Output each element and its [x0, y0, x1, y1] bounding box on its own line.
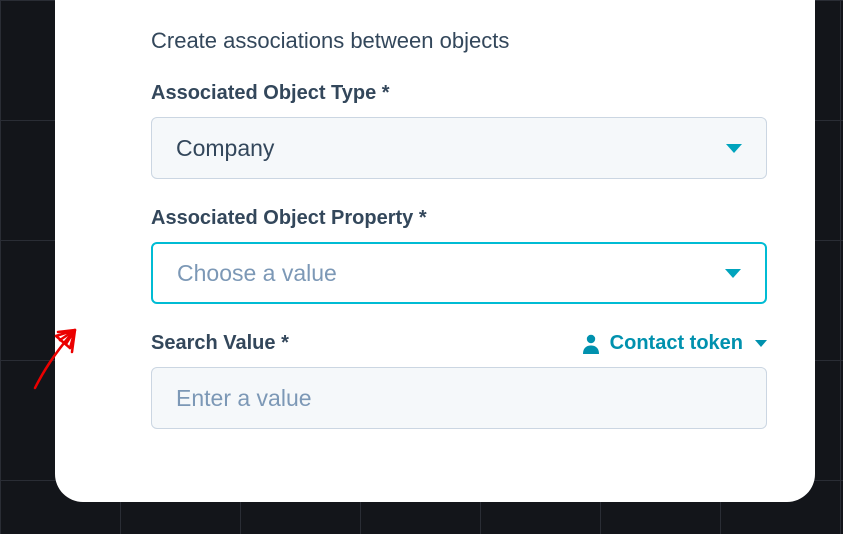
annotation-arrow-icon — [20, 318, 100, 398]
chevron-down-icon — [725, 269, 741, 278]
chevron-down-icon — [726, 144, 742, 153]
object-property-placeholder: Choose a value — [177, 260, 337, 287]
object-type-label: Associated Object Type * — [151, 82, 390, 105]
object-type-select[interactable]: Company — [151, 117, 767, 179]
search-value-field: Search Value * Contact token — [151, 332, 767, 429]
section-title: Create associations between objects — [151, 28, 767, 54]
object-property-select[interactable]: Choose a value — [151, 242, 767, 304]
object-property-label: Associated Object Property * — [151, 207, 427, 230]
object-property-field: Associated Object Property * Choose a va… — [151, 207, 767, 304]
form-panel: Create associations between objects Asso… — [55, 0, 815, 502]
search-value-input[interactable] — [151, 367, 767, 429]
person-icon — [582, 334, 600, 354]
object-type-value: Company — [176, 135, 274, 162]
contact-token-label: Contact token — [610, 332, 743, 355]
chevron-down-icon — [755, 340, 767, 347]
object-type-field: Associated Object Type * Company — [151, 82, 767, 179]
search-value-label: Search Value * — [151, 332, 289, 355]
contact-token-selector[interactable]: Contact token — [582, 332, 767, 355]
